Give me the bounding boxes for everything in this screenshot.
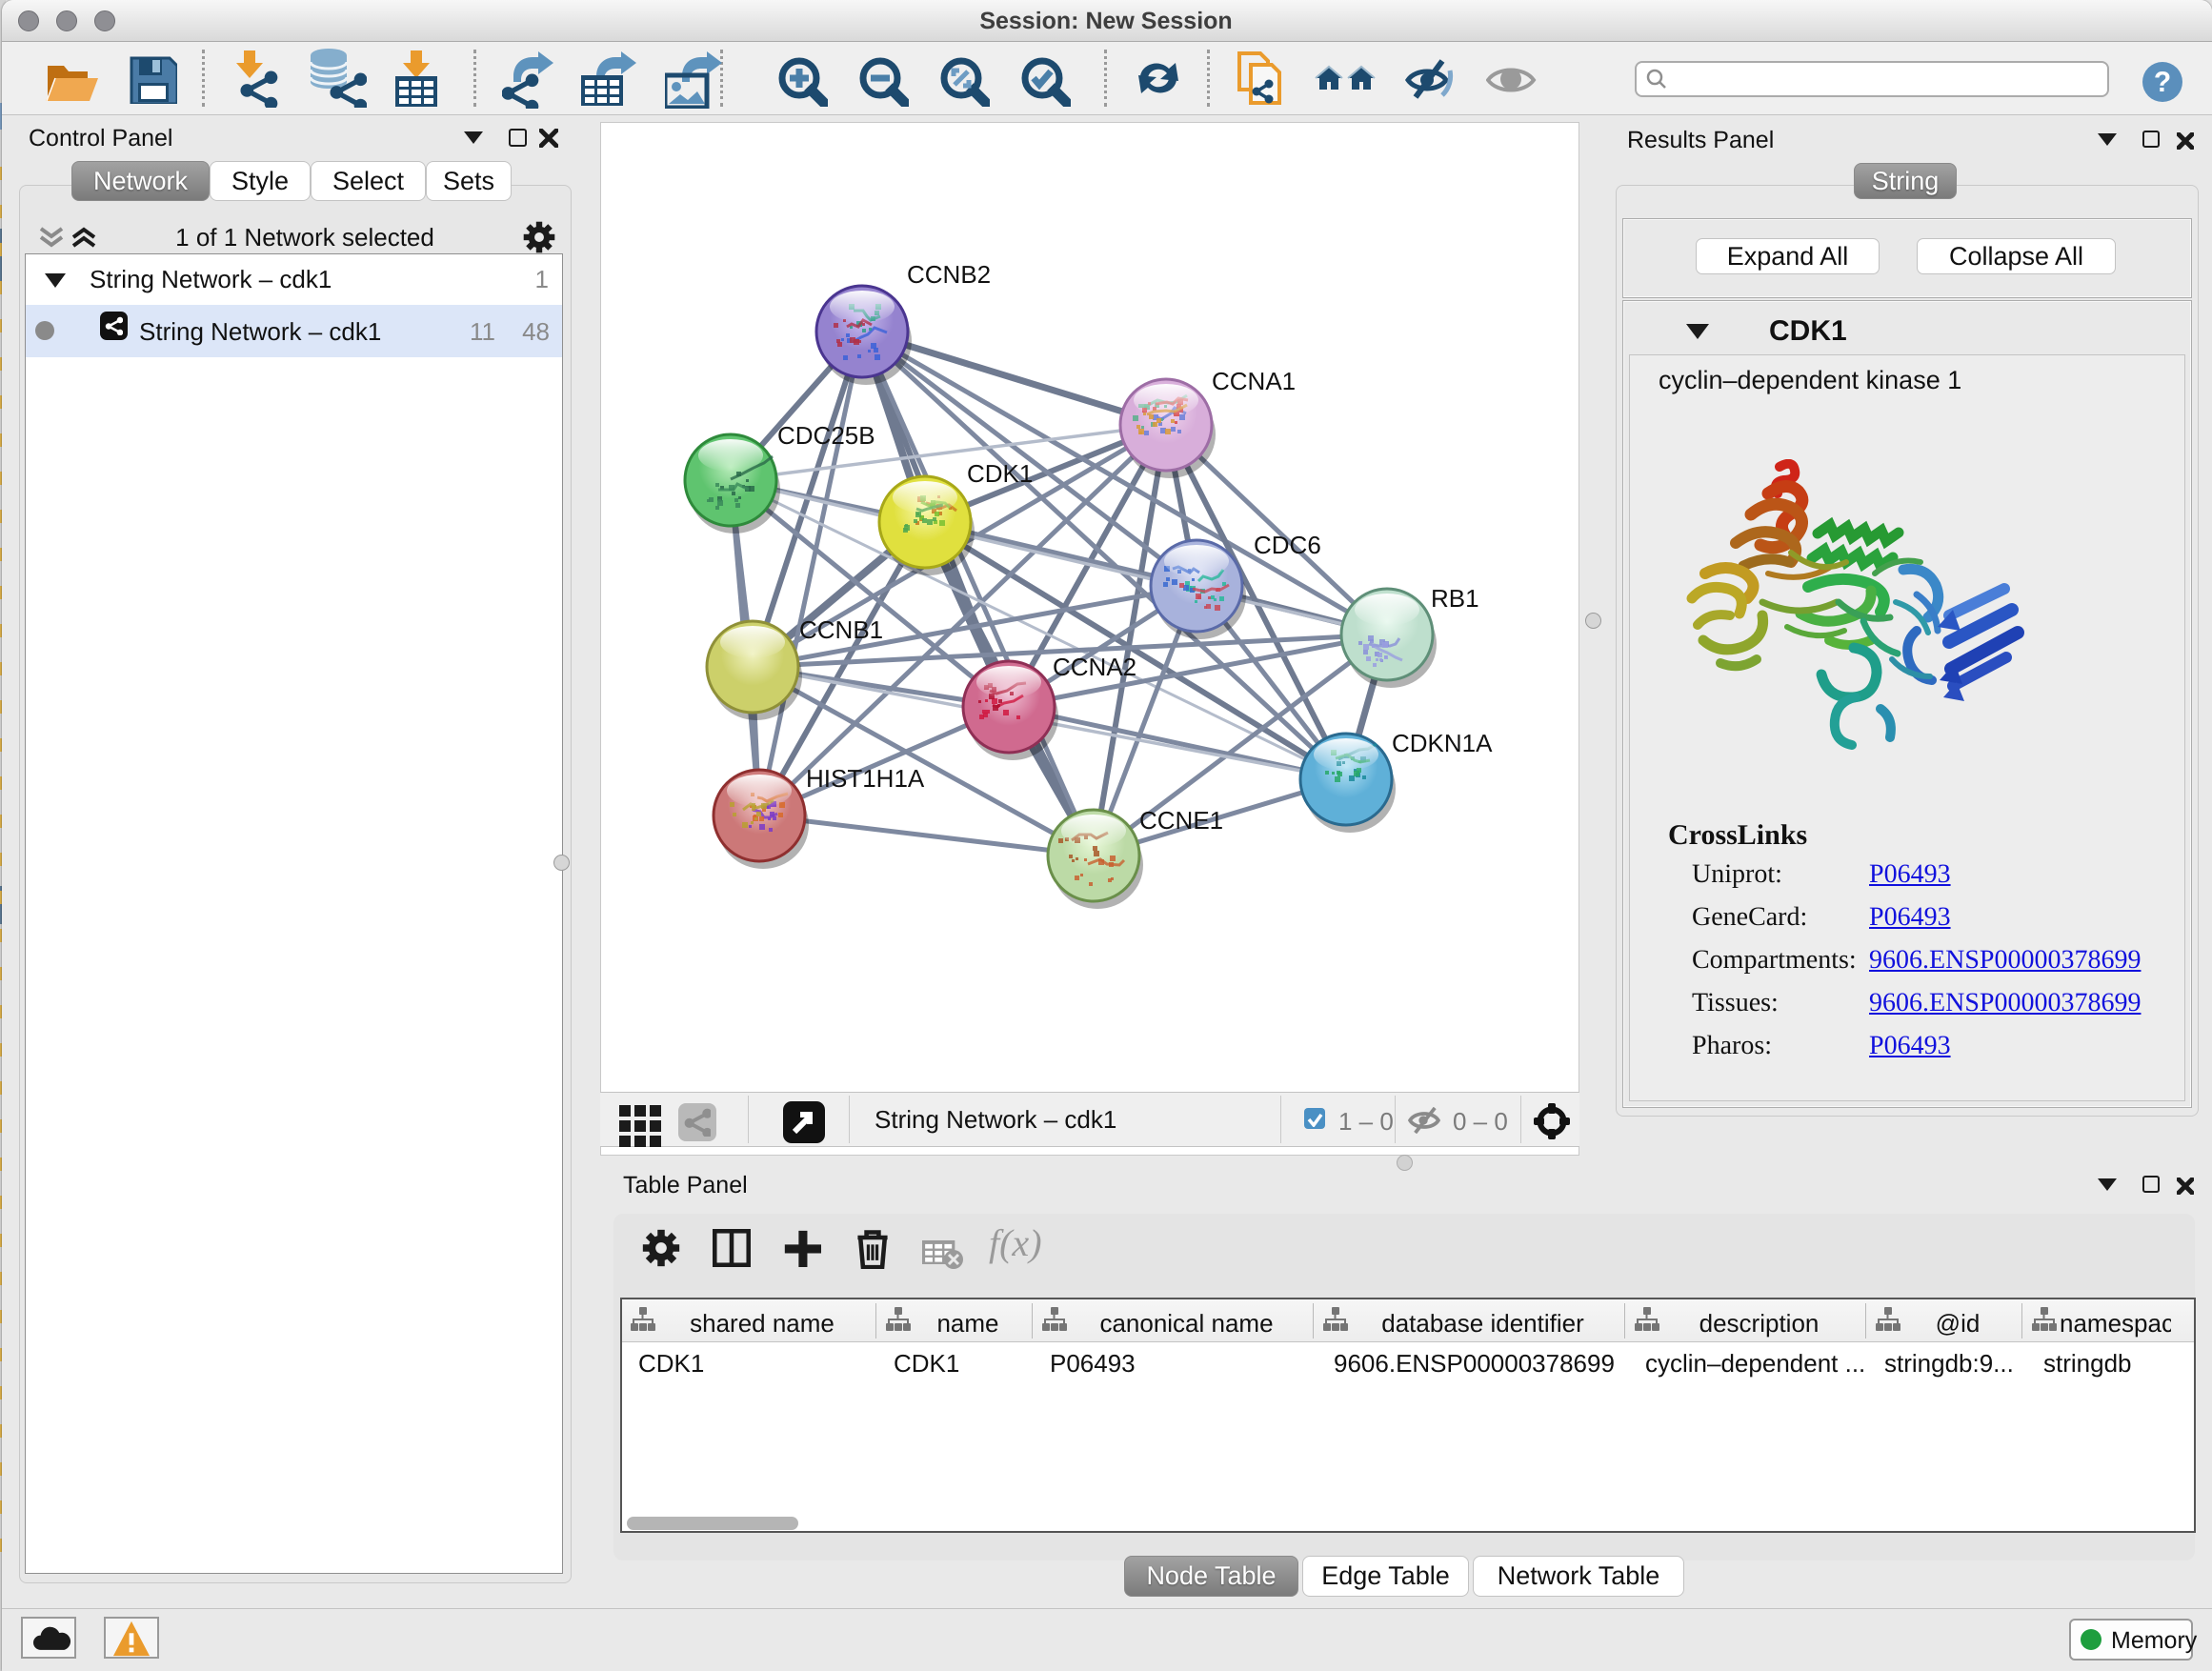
svg-text:CCNA2: CCNA2 — [1053, 653, 1136, 681]
svg-text:CDKN1A: CDKN1A — [1392, 729, 1493, 757]
svg-text:CCNA1: CCNA1 — [1212, 367, 1296, 395]
svg-text:CCNB1: CCNB1 — [799, 615, 883, 644]
svg-text:CDK1: CDK1 — [967, 459, 1033, 488]
svg-text:CCNE1: CCNE1 — [1139, 806, 1223, 835]
svg-text:CCNB2: CCNB2 — [907, 260, 991, 289]
svg-text:CDC6: CDC6 — [1254, 531, 1321, 559]
svg-text:HIST1H1A: HIST1H1A — [806, 764, 925, 793]
svg-text:f(x): f(x) — [989, 1223, 1042, 1264]
svg-text:?: ? — [2154, 67, 2171, 98]
svg-text:CDC25B: CDC25B — [777, 421, 875, 450]
svg-text:RB1: RB1 — [1431, 584, 1479, 613]
